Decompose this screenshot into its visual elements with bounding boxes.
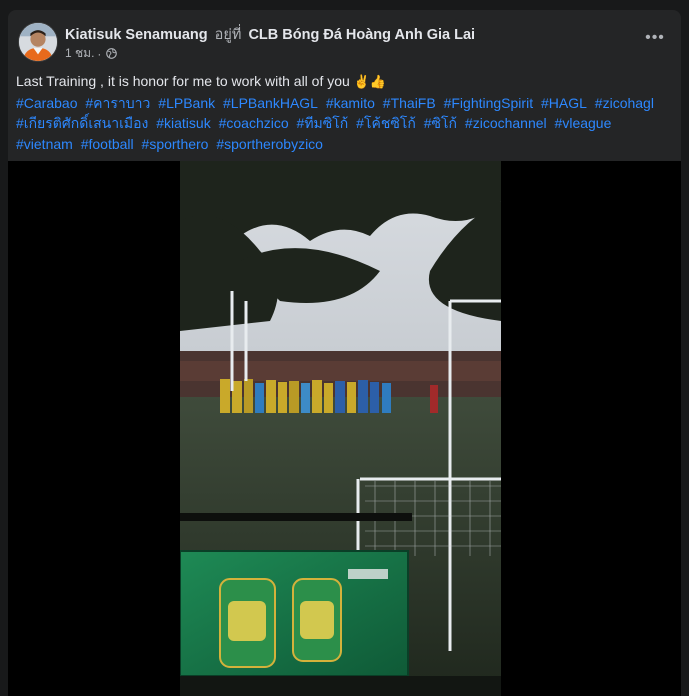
- video-container[interactable]: [8, 161, 681, 696]
- hashtag-link[interactable]: #โค้ชซิโก้: [356, 115, 416, 131]
- post-title-line: Kiatisuk Senamuang อยู่ที่ CLB Bóng Đá H…: [65, 23, 475, 46]
- video-frame: [180, 161, 501, 696]
- post-card: Kiatisuk Senamuang อยู่ที่ CLB Bóng Đá H…: [8, 10, 681, 696]
- hashtag-link[interactable]: #kamito: [326, 95, 375, 111]
- hashtag-link[interactable]: #Carabao: [16, 95, 78, 111]
- post-message: Last Training , it is honor for me to wo…: [16, 73, 350, 89]
- hashtag-list: #Carabao #คาราบาว #LPBank #LPBankHAGL #k…: [16, 93, 676, 155]
- hashtag-link[interactable]: #ทีมซิโก้: [297, 115, 349, 131]
- hashtag-link[interactable]: #coachzico: [219, 115, 289, 131]
- author-name[interactable]: Kiatisuk Senamuang: [65, 27, 208, 43]
- place-name[interactable]: CLB Bóng Đá Hoàng Anh Gia Lai: [248, 27, 475, 43]
- hashtag-link[interactable]: #ThaiFB: [383, 95, 436, 111]
- meta-separator: ·: [97, 46, 102, 61]
- hashtag-link[interactable]: #vietnam: [16, 136, 73, 152]
- video-player[interactable]: [180, 161, 501, 696]
- hashtag-link[interactable]: #LPBankHAGL: [223, 95, 318, 111]
- at-label: อยู่ที่: [214, 27, 242, 43]
- hashtag-link[interactable]: #kiatisuk: [156, 115, 210, 131]
- hashtag-link[interactable]: #คาราบาว: [85, 95, 150, 111]
- hashtag-link[interactable]: #เกียรติศักดิ์เสนาเมือง: [16, 115, 148, 131]
- hashtag-link[interactable]: #zicohagl: [595, 95, 654, 111]
- globe-icon[interactable]: [106, 48, 118, 59]
- hashtag-link[interactable]: #HAGL: [541, 95, 587, 111]
- hashtag-link[interactable]: #sportherobyzico: [216, 136, 323, 152]
- post-meta: 1 ชม. ·: [65, 44, 118, 63]
- hashtag-link[interactable]: #ซิโก้: [424, 115, 457, 131]
- post-text: Last Training , it is honor for me to wo…: [16, 71, 676, 154]
- post-emojis: ✌👍: [353, 74, 387, 89]
- hashtag-link[interactable]: #zicochannel: [465, 115, 547, 131]
- hashtag-link[interactable]: #LPBank: [158, 95, 215, 111]
- hashtag-link[interactable]: #sporthero: [142, 136, 209, 152]
- hashtag-link[interactable]: #vleague: [555, 115, 612, 131]
- post-time[interactable]: 1 ชม.: [65, 44, 94, 63]
- avatar-image: [19, 23, 57, 61]
- avatar[interactable]: [18, 22, 58, 62]
- post-header: Kiatisuk Senamuang อยู่ที่ CLB Bóng Đá H…: [8, 10, 681, 66]
- hashtag-link[interactable]: #FightingSpirit: [444, 95, 534, 111]
- hashtag-link[interactable]: #football: [81, 136, 134, 152]
- more-options-icon[interactable]: •••: [643, 26, 667, 50]
